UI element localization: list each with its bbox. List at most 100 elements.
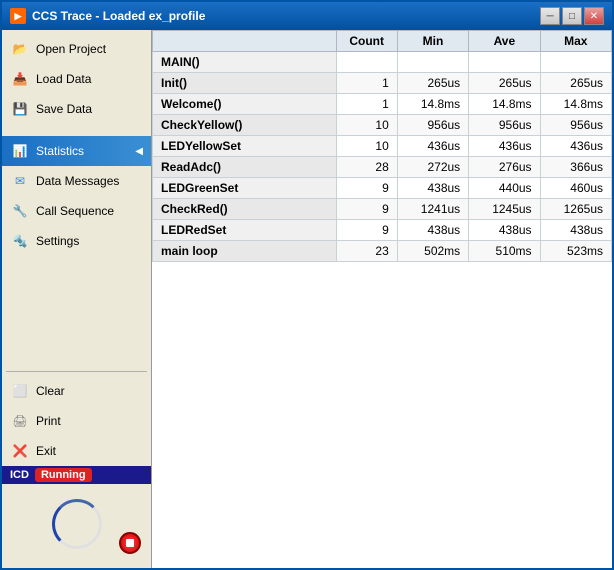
settings-icon: 🔩 (10, 231, 30, 251)
col-header-max: Max (540, 31, 611, 52)
cell-count: 23 (336, 241, 397, 262)
cell-min: 956us (397, 115, 468, 136)
icd-label: ICD (10, 469, 29, 481)
table-row: MAIN() (153, 52, 612, 73)
cell-max: 1265us (540, 199, 611, 220)
cell-min: 438us (397, 220, 468, 241)
cell-max: 265us (540, 73, 611, 94)
sidebar-item-print[interactable]: 🖨 Print (2, 406, 151, 436)
table-row: ReadAdc()28272us276us366us (153, 157, 612, 178)
cell-min: 265us (397, 73, 468, 94)
sidebar: 📂 Open Project 📥 Load Data 💾 Save Data 📊… (2, 30, 152, 568)
main-panel: Count Min Ave Max MAIN()Init()1265us265u… (152, 30, 612, 568)
sidebar-item-open-project[interactable]: 📂 Open Project (2, 34, 151, 64)
message-icon: ✉ (10, 171, 30, 191)
maximize-button[interactable]: □ (562, 7, 582, 25)
exit-icon: ❌ (10, 441, 30, 461)
sidebar-item-exit[interactable]: ❌ Exit (2, 436, 151, 466)
sidebar-label-call-sequence: Call Sequence (36, 204, 114, 218)
cell-name: Init() (153, 73, 337, 94)
cell-max (540, 52, 611, 73)
arrow-icon: ◀ (135, 146, 143, 157)
sidebar-label-print: Print (36, 414, 61, 428)
sidebar-item-settings[interactable]: 🔩 Settings (2, 226, 151, 256)
cell-count: 9 (336, 220, 397, 241)
cell-count: 9 (336, 178, 397, 199)
sidebar-label-load-data: Load Data (36, 72, 91, 86)
load-icon: 📥 (10, 69, 30, 89)
col-header-name (153, 31, 337, 52)
cell-min: 272us (397, 157, 468, 178)
cell-max: 436us (540, 136, 611, 157)
sidebar-item-save-data[interactable]: 💾 Save Data (2, 94, 151, 124)
cell-ave: 1245us (469, 199, 540, 220)
cell-min: 14.8ms (397, 94, 468, 115)
table-row: CheckRed()91241us1245us1265us (153, 199, 612, 220)
chart-icon: 📊 (10, 141, 30, 161)
cell-max: 523ms (540, 241, 611, 262)
statistics-table: Count Min Ave Max MAIN()Init()1265us265u… (152, 30, 612, 262)
sidebar-item-load-data[interactable]: 📥 Load Data (2, 64, 151, 94)
sidebar-label-settings: Settings (36, 234, 79, 248)
table-row: LEDGreenSet9438us440us460us (153, 178, 612, 199)
title-buttons: ─ □ ✕ (540, 7, 604, 25)
close-button[interactable]: ✕ (584, 7, 604, 25)
cell-max: 438us (540, 220, 611, 241)
cell-ave: 276us (469, 157, 540, 178)
table-row: LEDRedSet9438us438us438us (153, 220, 612, 241)
cell-min: 436us (397, 136, 468, 157)
cell-count: 9 (336, 199, 397, 220)
sidebar-item-statistics[interactable]: 📊 Statistics ◀ (2, 136, 151, 166)
cell-ave: 956us (469, 115, 540, 136)
cell-name: LEDRedSet (153, 220, 337, 241)
cell-ave: 510ms (469, 241, 540, 262)
cell-name: ReadAdc() (153, 157, 337, 178)
cell-max: 460us (540, 178, 611, 199)
sidebar-item-data-messages[interactable]: ✉ Data Messages (2, 166, 151, 196)
stop-button[interactable] (119, 532, 141, 554)
sidebar-item-call-sequence[interactable]: 🔧 Call Sequence (2, 196, 151, 226)
sequence-icon: 🔧 (10, 201, 30, 221)
sidebar-label-open-project: Open Project (36, 42, 106, 56)
cell-name: CheckYellow() (153, 115, 337, 136)
sidebar-item-clear[interactable]: ⬜ Clear (2, 376, 151, 406)
icd-bar: ICD Running (2, 466, 151, 484)
sidebar-label-save-data: Save Data (36, 102, 92, 116)
table-row: Welcome()114.8ms14.8ms14.8ms (153, 94, 612, 115)
cell-name: main loop (153, 241, 337, 262)
spinner (52, 499, 102, 549)
cell-min: 502ms (397, 241, 468, 262)
stop-icon (126, 539, 134, 547)
main-window: ▶ CCS Trace - Loaded ex_profile ─ □ ✕ 📂 … (0, 0, 614, 570)
table-row: LEDYellowSet10436us436us436us (153, 136, 612, 157)
running-badge: Running (35, 468, 92, 482)
cell-ave: 438us (469, 220, 540, 241)
folder-icon: 📂 (10, 39, 30, 59)
content-area: 📂 Open Project 📥 Load Data 💾 Save Data 📊… (2, 30, 612, 568)
title-bar-left: ▶ CCS Trace - Loaded ex_profile (10, 8, 205, 24)
sidebar-label-data-messages: Data Messages (36, 174, 119, 188)
cell-ave: 265us (469, 73, 540, 94)
cell-ave: 14.8ms (469, 94, 540, 115)
cell-min: 438us (397, 178, 468, 199)
sidebar-label-exit: Exit (36, 444, 56, 458)
cell-min: 1241us (397, 199, 468, 220)
cell-ave: 436us (469, 136, 540, 157)
sidebar-divider-1 (2, 124, 151, 136)
app-icon: ▶ (10, 8, 26, 24)
cell-count: 1 (336, 94, 397, 115)
cell-count: 28 (336, 157, 397, 178)
sidebar-separator (6, 371, 147, 372)
cell-ave: 440us (469, 178, 540, 199)
cell-name: LEDYellowSet (153, 136, 337, 157)
print-icon: 🖨 (10, 411, 30, 431)
cell-count: 10 (336, 136, 397, 157)
cell-name: Welcome() (153, 94, 337, 115)
cell-max: 956us (540, 115, 611, 136)
minimize-button[interactable]: ─ (540, 7, 560, 25)
sidebar-label-statistics: Statistics (36, 144, 84, 158)
cell-name: MAIN() (153, 52, 337, 73)
cell-min (397, 52, 468, 73)
cell-ave (469, 52, 540, 73)
col-header-count: Count (336, 31, 397, 52)
